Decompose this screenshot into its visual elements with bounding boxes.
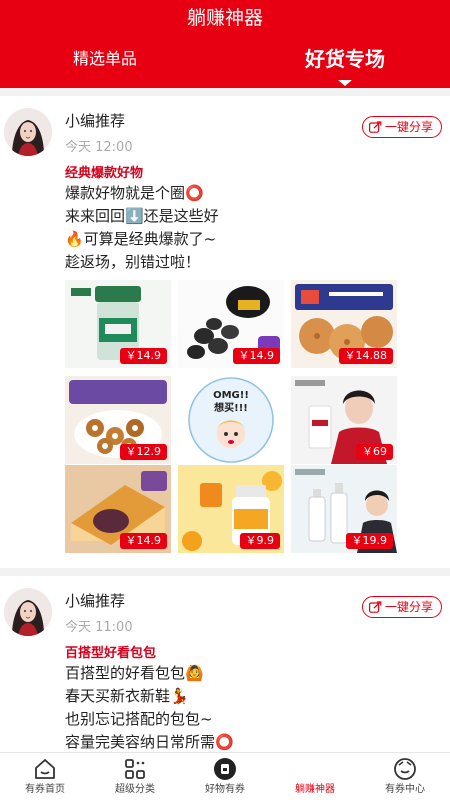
post-title: 经典爆款好物 bbox=[65, 166, 144, 181]
home-icon bbox=[35, 759, 55, 779]
product-card-sticker[interactable]: OMG!! 想买!!! bbox=[178, 376, 284, 464]
post-time: 今天 12:00 bbox=[65, 140, 133, 155]
post-line: 百搭型的好看包包🙆 bbox=[65, 664, 204, 682]
product-card[interactable]: ￥14.9 bbox=[178, 280, 284, 368]
post-line: 🔥可算是经典爆款了~ bbox=[65, 230, 217, 248]
product-grid: ￥14.9 ￥14.9 ￥14.88 ￥12.9 OMG!! 想买!!! ￥69… bbox=[65, 280, 397, 560]
feed-post: 小编推荐 今天 11:00 一键分享 百搭型好看包包 百搭型的好看包包🙆 春天买… bbox=[0, 576, 450, 752]
app-title: 躺赚神器 bbox=[186, 7, 263, 29]
product-card[interactable]: ￥14.9 bbox=[65, 280, 171, 368]
avatar[interactable] bbox=[4, 588, 52, 636]
product-card[interactable]: ￥14.88 bbox=[291, 280, 397, 368]
nav-label: 躺赚神器 bbox=[295, 784, 335, 795]
post-line: 容量完美容纳日常所需⭕ bbox=[65, 733, 234, 751]
post-text: 百搭型的好看包包🙆 春天买新衣新鞋💃 也别忘记搭配的包包~ 容量完美容纳日常所需… bbox=[65, 662, 234, 752]
post-text: 爆款好物就是个圈⭕ 来来回回⬇️还是这些好 🔥可算是经典爆款了~ 趁返场，别错过… bbox=[65, 182, 219, 274]
share-icon bbox=[368, 601, 382, 613]
nav-item-earn[interactable]: 躺赚神器 bbox=[270, 753, 360, 800]
price-tag: ￥9.9 bbox=[239, 533, 280, 549]
price-tag: ￥14.9 bbox=[232, 348, 280, 364]
post-author: 小编推荐 bbox=[65, 592, 126, 610]
sticker-text-want: 想买!!! bbox=[213, 401, 248, 414]
tab-bar: 精选单品 好货专场 bbox=[0, 40, 450, 86]
nav-item-category[interactable]: 超级分类 bbox=[90, 753, 180, 800]
omg-sticker-image: OMG!! 想买!!! bbox=[178, 376, 284, 464]
nav-item-coupon[interactable]: 好物有券 bbox=[180, 753, 270, 800]
nav-label: 好物有券 bbox=[205, 784, 245, 795]
product-card[interactable]: ￥14.9 bbox=[65, 465, 171, 553]
avatar[interactable] bbox=[4, 108, 52, 156]
bottom-nav: 有券首页 超级分类 好物有券 躺赚神器 有券中心 bbox=[0, 752, 450, 800]
post-title: 百搭型好看包包 bbox=[65, 646, 157, 661]
post-author: 小编推荐 bbox=[65, 112, 126, 130]
share-button[interactable]: 一键分享 bbox=[361, 116, 442, 138]
feed-post: 小编推荐 今天 12:00 一键分享 经典爆款好物 爆款好物就是个圈⭕ 来来回回… bbox=[0, 96, 450, 568]
price-tag: ￥14.88 bbox=[338, 348, 393, 364]
nav-label: 有券中心 bbox=[385, 784, 425, 795]
active-tab-indicator bbox=[338, 80, 352, 86]
nav-item-home[interactable]: 有券首页 bbox=[0, 753, 90, 800]
price-tag: ￥14.9 bbox=[119, 348, 167, 364]
feed[interactable]: 小编推荐 今天 12:00 一键分享 经典爆款好物 爆款好物就是个圈⭕ 来来回回… bbox=[0, 88, 450, 752]
post-line: 来来回回⬇️还是这些好 bbox=[65, 207, 219, 225]
share-icon bbox=[368, 121, 382, 133]
price-tag: ￥19.9 bbox=[345, 533, 393, 549]
post-line: 也别忘记搭配的包包~ bbox=[65, 710, 213, 728]
nav-label: 超级分类 bbox=[115, 784, 155, 795]
tab-special-goods[interactable]: 好货专场 bbox=[280, 40, 410, 86]
tab-selected-items[interactable]: 精选单品 bbox=[40, 40, 170, 82]
post-line: 爆款好物就是个圈⭕ bbox=[65, 184, 204, 202]
product-card[interactable]: ￥69 bbox=[291, 376, 397, 464]
coupon-icon bbox=[214, 758, 236, 780]
tab-special-goods-label: 好货专场 bbox=[305, 47, 385, 71]
share-label: 一键分享 bbox=[384, 120, 433, 134]
product-card[interactable]: ￥9.9 bbox=[178, 465, 284, 553]
post-line: 趁返场，别错过啦！ bbox=[65, 253, 201, 271]
price-tag: ￥12.9 bbox=[119, 444, 167, 460]
nav-label: 有券首页 bbox=[25, 784, 65, 795]
product-card[interactable]: ￥19.9 bbox=[291, 465, 397, 553]
price-tag: ￥69 bbox=[356, 444, 393, 460]
profile-icon bbox=[394, 758, 416, 780]
price-tag: ￥14.9 bbox=[119, 533, 167, 549]
app-header: 躺赚神器 精选单品 好货专场 bbox=[0, 0, 450, 88]
post-time: 今天 11:00 bbox=[65, 620, 133, 635]
sticker-text-omg: OMG!! bbox=[213, 390, 249, 401]
share-button[interactable]: 一键分享 bbox=[361, 596, 442, 618]
post-line: 春天买新衣新鞋💃 bbox=[65, 687, 189, 705]
product-card[interactable]: ￥12.9 bbox=[65, 376, 171, 464]
category-icon bbox=[125, 759, 145, 779]
share-label: 一键分享 bbox=[384, 600, 433, 614]
nav-item-profile[interactable]: 有券中心 bbox=[360, 753, 450, 800]
earn-icon bbox=[303, 757, 327, 781]
